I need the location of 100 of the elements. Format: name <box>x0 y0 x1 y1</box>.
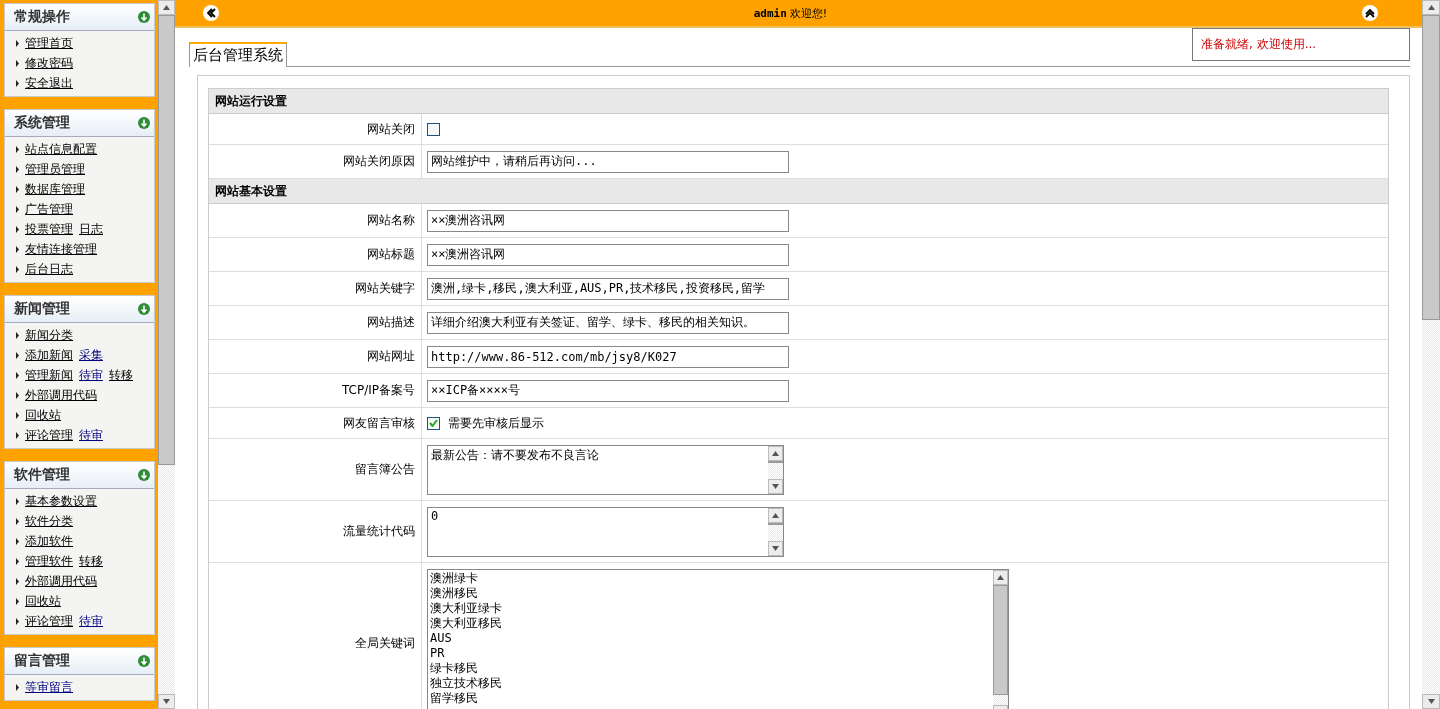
scroll-up-icon[interactable] <box>1427 5 1435 10</box>
bullet-icon <box>16 497 19 505</box>
menu-link[interactable]: 待审 <box>79 426 103 444</box>
bullet-icon <box>16 431 19 439</box>
menu-link[interactable]: 后台日志 <box>25 260 73 278</box>
menu-link[interactable]: 外部调用代码 <box>25 572 97 590</box>
field-label: 网站网址 <box>209 340 422 373</box>
collapse-header-icon[interactable] <box>1362 5 1378 21</box>
list-option[interactable]: 澳大利亚移民 <box>430 616 991 631</box>
menu-link[interactable]: 站点信息配置 <box>25 140 97 158</box>
menu-link[interactable]: 修改密码 <box>25 54 73 72</box>
menu-link[interactable]: 回收站 <box>25 592 61 610</box>
text-area[interactable]: 最新公告：请不要发布不良言论 <box>427 444 784 495</box>
scroll-down-icon[interactable] <box>772 545 779 551</box>
menu-link[interactable]: 待审 <box>79 366 103 384</box>
list-option[interactable]: 澳洲移民 <box>430 586 991 601</box>
menu-link[interactable]: 基本参数设置 <box>25 492 97 510</box>
scroll-down-icon[interactable] <box>163 699 170 704</box>
menu-panel-header[interactable]: 新闻管理 <box>5 296 154 323</box>
list-option[interactable]: 澳洲绿卡 <box>430 571 991 586</box>
input-field[interactable]: ××澳洲咨讯网 <box>427 209 789 232</box>
scroll-up-icon[interactable] <box>163 5 170 10</box>
menu-link[interactable]: 广告管理 <box>25 200 73 218</box>
menu-link[interactable]: 待审 <box>79 612 103 630</box>
scrollbar[interactable] <box>768 445 783 494</box>
bullet-icon <box>16 185 19 193</box>
field-label: 流量统计代码 <box>209 501 422 562</box>
list-option[interactable]: PR <box>430 646 991 661</box>
bullet-icon <box>16 351 19 359</box>
menu-link[interactable]: 外部调用代码 <box>25 386 97 404</box>
menu-link[interactable]: 添加新闻 <box>25 346 73 364</box>
menu-link[interactable]: 新闻分类 <box>25 326 73 344</box>
menu-link[interactable]: 管理新闻 <box>25 366 73 384</box>
menu-link[interactable]: 评论管理 <box>25 426 73 444</box>
bullet-icon <box>16 683 19 691</box>
keyword-list[interactable]: 澳洲绿卡 澳洲移民 澳大利亚绿卡 澳大利亚移民 AUS PR 绿卡移民 独立技术移民 留学移民 <box>427 569 1009 709</box>
menu-panel-title: 常规操作 <box>14 8 70 26</box>
input-field[interactable]: 网站维护中，请稍后再访问... <box>427 150 789 173</box>
scrollbar[interactable] <box>158 0 175 709</box>
scrollbar[interactable] <box>1422 0 1440 709</box>
collapse-icon[interactable] <box>138 469 150 481</box>
bullet-icon <box>16 79 19 87</box>
menu-link[interactable]: 回收站 <box>25 406 61 424</box>
input-field[interactable]: ××ICP备××××号 <box>427 379 789 402</box>
menu-link[interactable]: 转移 <box>109 366 133 384</box>
menu-link[interactable]: 数据库管理 <box>25 180 85 198</box>
bullet-icon <box>16 39 19 47</box>
collapse-icon[interactable] <box>138 117 150 129</box>
checkbox[interactable] <box>427 416 440 430</box>
bullet-icon <box>16 411 19 419</box>
bullet-icon <box>16 59 19 67</box>
input-field[interactable]: ××澳洲咨讯网 <box>427 243 789 266</box>
menu-link[interactable]: 添加软件 <box>25 532 73 550</box>
menu-link[interactable]: 管理首页 <box>25 34 73 52</box>
bullet-icon <box>16 145 19 153</box>
text-area[interactable]: 0 <box>427 506 784 557</box>
checkbox[interactable] <box>427 122 440 136</box>
input-field[interactable]: http://www.86-512.com/mb/jsy8/K027 <box>427 345 789 368</box>
menu-link[interactable]: 转移 <box>79 552 103 570</box>
bullet-icon <box>16 165 19 173</box>
scroll-up-icon[interactable] <box>772 450 779 456</box>
scroll-up-icon[interactable] <box>997 575 1004 580</box>
field-label: 留言簿公告 <box>209 439 422 500</box>
status-message: 准备就绪, 欢迎使用... <box>1192 28 1410 61</box>
scrollbar[interactable] <box>993 570 1008 709</box>
bullet-icon <box>16 265 19 273</box>
scroll-down-icon[interactable] <box>1427 699 1435 704</box>
bullet-icon <box>16 205 19 213</box>
menu-link[interactable]: 管理员管理 <box>25 160 85 178</box>
page-tab[interactable]: 后台管理系统 <box>189 42 287 67</box>
menu-panel-header[interactable]: 常规操作 <box>5 4 154 31</box>
menu-panel-header[interactable]: 系统管理 <box>5 110 154 137</box>
bullet-icon <box>16 245 19 253</box>
menu-link[interactable]: 友情连接管理 <box>25 240 97 258</box>
list-option[interactable]: 绿卡移民 <box>430 661 991 676</box>
menu-link[interactable]: 安全退出 <box>25 74 73 92</box>
list-option[interactable]: 澳大利亚绿卡 <box>430 601 991 616</box>
input-field[interactable]: 详细介绍澳大利亚有关签证、留学、绿卡、移民的相关知识。 <box>427 311 789 334</box>
menu-link[interactable]: 评论管理 <box>25 612 73 630</box>
menu-link[interactable]: 投票管理 <box>25 220 73 238</box>
list-option[interactable]: AUS <box>430 631 991 646</box>
field-label: 网站关闭 <box>209 114 422 144</box>
list-option[interactable]: 留学移民 <box>430 691 991 706</box>
menu-link[interactable]: 等审留言 <box>25 678 73 696</box>
menu-panel-header[interactable]: 留言管理 <box>5 648 154 675</box>
menu-link[interactable]: 管理软件 <box>25 552 73 570</box>
collapse-icon[interactable] <box>138 655 150 667</box>
input-field[interactable]: 澳洲,绿卡,移民,澳大利亚,AUS,PR,技术移民,投资移民,留学 <box>427 277 789 300</box>
menu-panel-header[interactable]: 软件管理 <box>5 462 154 489</box>
bullet-icon <box>16 557 19 565</box>
scroll-up-icon[interactable] <box>772 512 779 518</box>
menu-link[interactable]: 软件分类 <box>25 512 73 530</box>
scrollbar[interactable] <box>768 507 783 556</box>
collapse-icon[interactable] <box>138 303 150 315</box>
menu-link[interactable]: 日志 <box>79 220 103 238</box>
scroll-down-icon[interactable] <box>772 483 779 489</box>
collapse-sidebar-icon[interactable] <box>203 5 219 21</box>
collapse-icon[interactable] <box>138 11 150 23</box>
menu-link[interactable]: 采集 <box>79 346 103 364</box>
list-option[interactable]: 独立技术移民 <box>430 676 991 691</box>
